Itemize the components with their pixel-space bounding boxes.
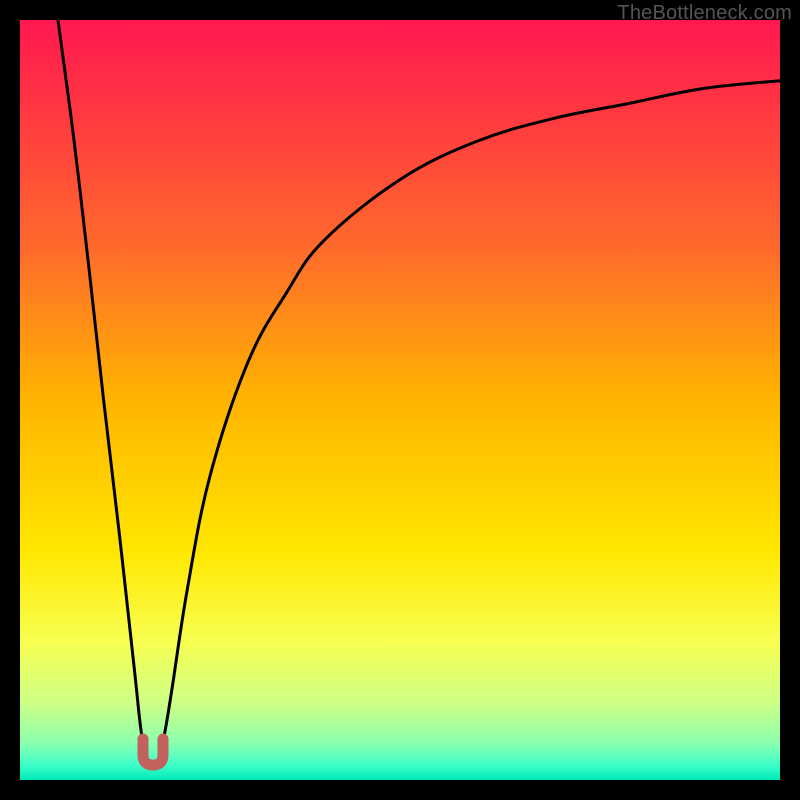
plot-area xyxy=(20,20,780,780)
bottleneck-curves xyxy=(20,20,780,780)
chart-frame: TheBottleneck.com xyxy=(0,0,800,800)
curve-right-branch xyxy=(157,81,780,765)
attribution-text: TheBottleneck.com xyxy=(617,2,792,25)
cup-marker xyxy=(143,739,163,765)
curve-left-branch xyxy=(58,20,149,765)
